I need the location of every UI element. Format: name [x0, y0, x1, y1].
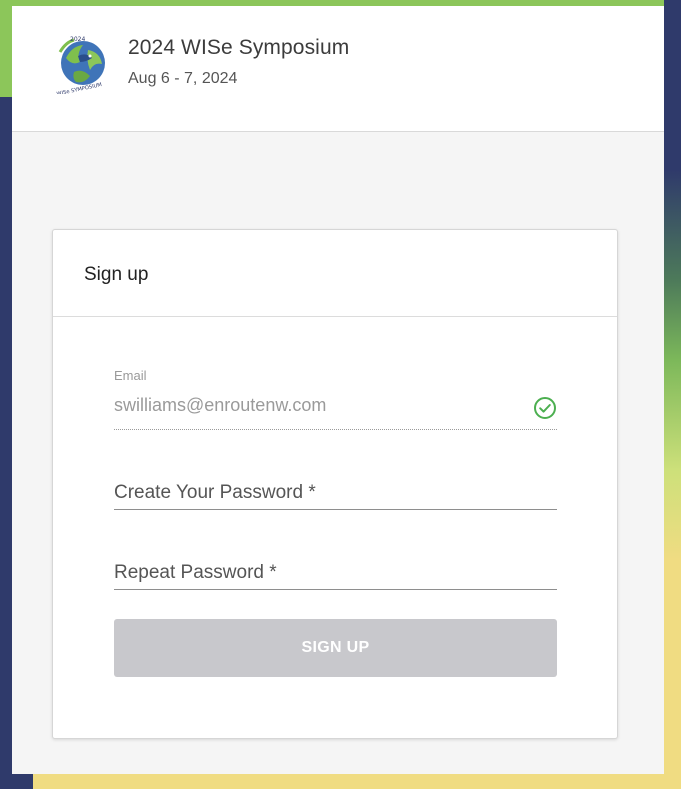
background-right-band	[664, 0, 681, 789]
logo-year-text: 2024	[70, 36, 85, 43]
email-field[interactable]: Email swilliams@enroutenw.com	[114, 368, 557, 430]
create-password-input[interactable]	[114, 465, 557, 510]
event-dates: Aug 6 - 7, 2024	[128, 70, 238, 87]
wise-symposium-logo: 2024 WISe SYMPOSIUM	[56, 36, 105, 94]
email-label: Email	[114, 368, 147, 383]
event-title: 2024 WISe Symposium	[128, 36, 350, 59]
card-header: Sign up	[53, 230, 617, 317]
sign-up-button[interactable]: SIGN UP	[114, 619, 557, 677]
card-title: Sign up	[84, 264, 149, 285]
background-yellow-band	[33, 774, 681, 789]
repeat-password-field-wrapper	[114, 545, 557, 590]
signup-card: Sign up Email swilliams@enroutenw.com SI…	[52, 229, 618, 739]
email-underline	[114, 429, 557, 430]
email-value: swilliams@enroutenw.com	[114, 395, 327, 415]
check-circle-icon	[534, 397, 556, 419]
signup-window: 2024 WISe SYMPOSIUM 2024 WISe Symposium …	[12, 6, 664, 774]
password-field-wrapper	[114, 465, 557, 510]
repeat-password-input[interactable]	[114, 545, 557, 590]
background-navy-corner	[0, 774, 33, 789]
event-header: 2024 WISe SYMPOSIUM 2024 WISe Symposium …	[12, 6, 664, 132]
